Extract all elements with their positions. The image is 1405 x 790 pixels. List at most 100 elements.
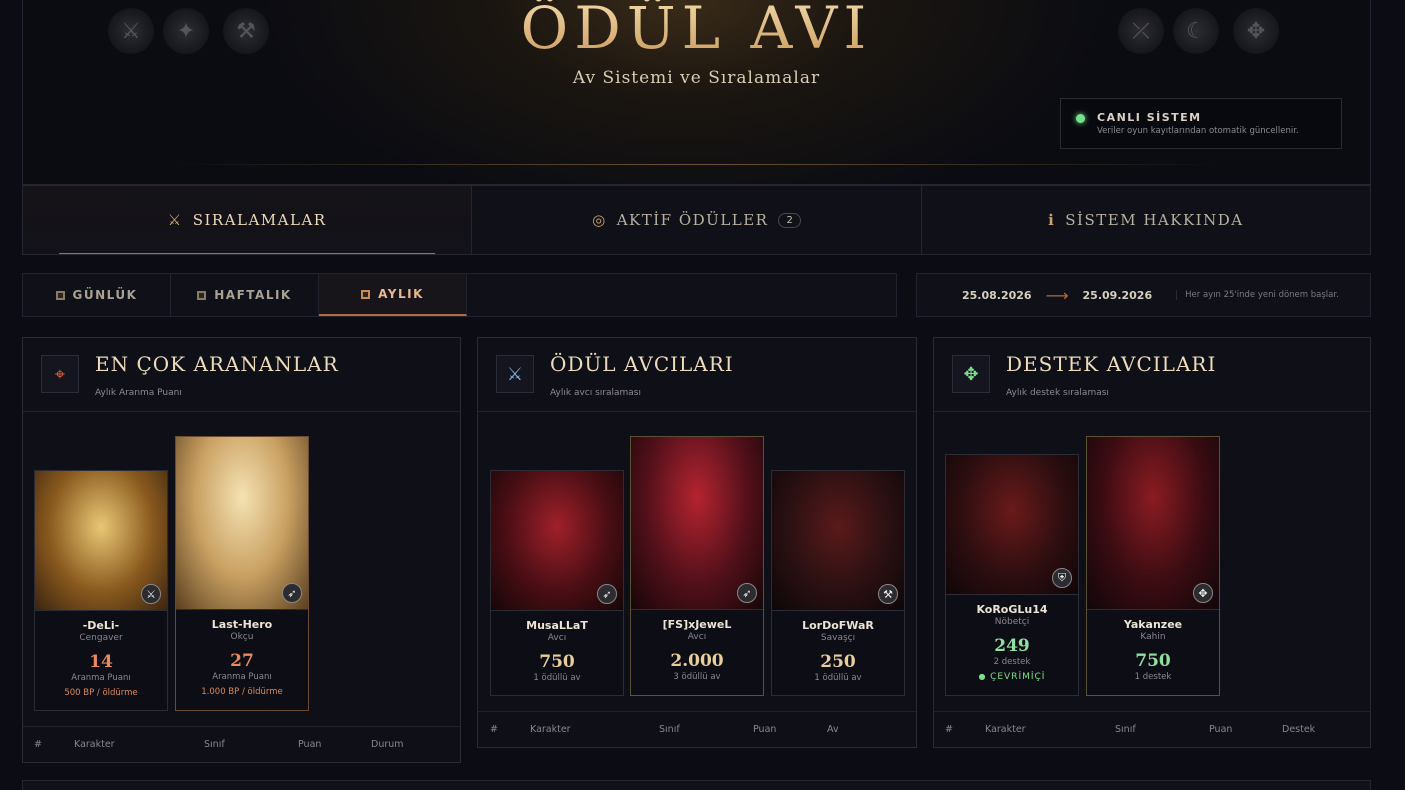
wanted-card[interactable]: ⚔ -DeLi- Cengaver 14 Aranma Puanı 500 BP… [34, 470, 168, 711]
live-status-desc: Veriler oyun kayıtlarından otomatik günc… [1097, 126, 1299, 136]
column-header: Sınıf [204, 739, 225, 750]
crossed-swords-icon: ⚔ [167, 211, 183, 229]
next-section [22, 780, 1371, 790]
target-ring-icon: ◎ [592, 211, 607, 229]
character-portrait: ➶ [176, 437, 308, 610]
period-weekly-button[interactable]: HAFTALIK [171, 274, 319, 316]
support-score: 750 [1135, 651, 1171, 671]
wanted-panel: ⌖ EN ÇOK ARANANLAR Aylık Aranma Puanı ⚔ … [22, 337, 461, 763]
character-name: KoRoGLu14 [976, 603, 1048, 616]
arrow-right-icon: ⟶ [1045, 285, 1069, 305]
table-header: # Karakter Sınıf Puan Av [478, 711, 916, 747]
class-icon: ➶ [737, 583, 757, 603]
divider [173, 164, 1220, 165]
panel-subtitle: Aylık Aranma Puanı [95, 388, 182, 398]
hunter-card[interactable]: ➶ [FS]xJeweL Avcı 2.000 3 ödüllü av [630, 436, 764, 696]
character-portrait: ⚔ [35, 471, 167, 611]
date-range: 25.08.2026 ⟶ 25.09.2026 Her ayın 25'inde… [916, 273, 1371, 317]
class-icon: ⚔ [141, 584, 161, 604]
info-icon: ℹ [1048, 211, 1056, 229]
hunters-panel: ⚔ ÖDÜL AVCILARI Aylık avcı sıralaması ➶ … [477, 337, 917, 748]
swords-icon: ⚔ [496, 355, 534, 393]
panel-subtitle: Aylık avcı sıralaması [550, 388, 641, 398]
character-class: Avcı [547, 633, 567, 643]
period-selector: GÜNLÜK HAFTALIK AYLIK [22, 273, 897, 317]
tab-label: SIRALAMALAR [192, 211, 327, 229]
panel-header: ✥ DESTEK AVCILARI Aylık destek sıralamas… [934, 338, 1370, 412]
panel-header: ⚔ ÖDÜL AVCILARI Aylık avcı sıralaması [478, 338, 916, 412]
column-header: # [490, 724, 498, 735]
character-portrait: ⚒ [772, 471, 904, 611]
column-header: Karakter [74, 739, 115, 750]
panel-header: ⌖ EN ÇOK ARANANLAR Aylık Aranma Puanı [23, 338, 460, 412]
page-title: ÖDÜL AVI [23, 0, 1370, 62]
character-portrait: ➶ [631, 437, 763, 610]
column-header: Puan [753, 724, 777, 735]
live-status-box: CANLI SİSTEM Veriler oyun kayıtlarından … [1060, 98, 1342, 149]
tab-system-about[interactable]: ℹ SİSTEM HAKKINDA [922, 186, 1370, 254]
end-date: 25.09.2026 [1082, 288, 1153, 302]
calendar-icon [361, 289, 371, 299]
support-card[interactable]: ✥ Yakanzee Kahin 750 1 destek [1086, 436, 1220, 696]
main-tabs: ⚔ SIRALAMALAR ◎ AKTİF ÖDÜLLER 2 ℹ SİSTEM… [22, 185, 1371, 255]
period-monthly-button[interactable]: AYLIK [319, 274, 467, 316]
tab-label: AKTİF ÖDÜLLER [616, 211, 769, 229]
character-name: MusaLLaT [526, 619, 588, 632]
count-badge: 2 [778, 212, 801, 228]
support-card[interactable]: ⛨ KoRoGLu14 Nöbetçi 249 2 destek ÇEVRİMİ… [945, 454, 1079, 696]
bounty-reward: 500 BP / öldürme [64, 688, 138, 698]
column-header: # [34, 739, 42, 750]
online-status: ÇEVRİMİÇİ [946, 672, 1078, 682]
character-class: Cengaver [79, 633, 123, 643]
character-name: Yakanzee [1123, 618, 1183, 631]
support-arrows-icon: ✥ [952, 355, 990, 393]
column-header: Av [827, 724, 839, 735]
hunter-card[interactable]: ⚒ LorDoFWaR Savaşçı 250 1 ödüllü av [771, 470, 905, 696]
character-portrait: ➶ [491, 471, 623, 611]
character-portrait: ✥ [1087, 437, 1219, 610]
character-name: [FS]xJeweL [662, 618, 732, 631]
character-class: Avcı [687, 632, 707, 642]
class-icon: ➶ [597, 584, 617, 604]
period-label: GÜNLÜK [72, 288, 138, 302]
support-panel: ✥ DESTEK AVCILARI Aylık destek sıralamas… [933, 337, 1371, 748]
calendar-icon [55, 290, 65, 300]
tab-label: SİSTEM HAKKINDA [1065, 211, 1244, 229]
score-label: 1 ödüllü av [814, 673, 862, 683]
class-icon: ✥ [1193, 583, 1213, 603]
table-header: # Karakter Sınıf Puan Durum [23, 726, 460, 762]
character-name: LorDoFWaR [802, 619, 874, 632]
panel-title: ÖDÜL AVCILARI [550, 352, 734, 376]
column-header: Puan [1209, 724, 1233, 735]
column-header: Sınıf [659, 724, 680, 735]
period-label: AYLIK [378, 287, 424, 301]
period-note: Her ayın 25'inde yeni dönem başlar. [1176, 290, 1339, 300]
tab-active-rewards[interactable]: ◎ AKTİF ÖDÜLLER 2 [472, 186, 922, 254]
character-portrait: ⛨ [946, 455, 1078, 595]
hunter-card[interactable]: ➶ MusaLLaT Avcı 750 1 ödüllü av [490, 470, 624, 696]
score-label: 1 destek [1134, 672, 1172, 682]
score-label: 1 ödüllü av [533, 673, 581, 683]
score-label: 3 ödüllü av [673, 672, 721, 682]
bounty-reward: 1.000 BP / öldürme [201, 687, 283, 697]
column-header: # [945, 724, 953, 735]
column-header: Karakter [985, 724, 1026, 735]
calendar-icon [197, 290, 207, 300]
character-class: Nöbetçi [994, 617, 1030, 627]
start-date: 25.08.2026 [962, 288, 1032, 302]
hunter-score: 250 [820, 652, 856, 672]
hunter-score: 750 [539, 652, 575, 672]
class-icon: ➶ [282, 583, 302, 603]
character-class: Kahin [1140, 632, 1166, 642]
period-daily-button[interactable]: GÜNLÜK [23, 274, 171, 316]
wanted-card[interactable]: ➶ Last-Hero Okçu 27 Aranma Puanı 1.000 B… [175, 436, 309, 711]
page-subtitle: Av Sistemi ve Sıralamalar [572, 68, 821, 88]
hunter-score: 2.000 [670, 651, 724, 671]
column-header: Karakter [530, 724, 571, 735]
character-class: Savaşçı [820, 633, 856, 643]
panel-title: EN ÇOK ARANANLAR [95, 352, 339, 376]
tab-rankings[interactable]: ⚔ SIRALAMALAR [23, 186, 473, 254]
character-name: -DeLi- [82, 619, 120, 632]
panel-subtitle: Aylık destek sıralaması [1006, 388, 1109, 398]
period-label: HAFTALIK [214, 288, 292, 302]
